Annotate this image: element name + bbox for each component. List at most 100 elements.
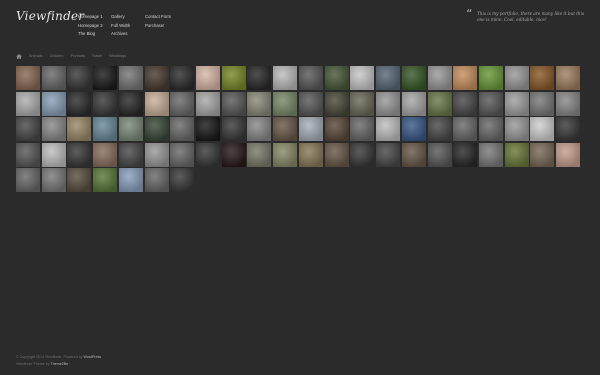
gallery-thumbnail[interactable] [376, 66, 401, 90]
gallery-thumbnail[interactable] [427, 117, 452, 141]
gallery-thumbnail[interactable] [401, 91, 426, 116]
gallery-thumbnail[interactable] [170, 168, 195, 192]
gallery-thumbnail[interactable] [453, 91, 478, 116]
gallery-thumbnail[interactable] [170, 91, 195, 116]
gallery-thumbnail[interactable] [196, 91, 221, 116]
gallery-thumbnail[interactable] [67, 117, 92, 141]
gallery-thumbnail[interactable] [350, 142, 375, 167]
gallery-thumbnail[interactable] [273, 91, 298, 116]
gallery-thumbnail[interactable] [350, 66, 375, 90]
gallery-thumbnail[interactable] [453, 142, 478, 167]
gallery-thumbnail[interactable] [118, 142, 143, 167]
gallery-thumbnail[interactable] [170, 142, 195, 167]
gallery-thumbnail[interactable] [478, 66, 503, 90]
gallery-thumbnail[interactable] [170, 117, 195, 141]
gallery-thumbnail[interactable] [93, 142, 118, 167]
gallery-thumbnail[interactable] [504, 66, 529, 90]
gallery-thumbnail[interactable] [41, 91, 66, 116]
nav-item-the-blog[interactable]: The Blog [78, 30, 103, 39]
gallery-thumbnail[interactable] [221, 91, 246, 116]
gallery-thumbnail[interactable] [196, 117, 221, 141]
gallery-thumbnail[interactable] [376, 117, 401, 141]
gallery-thumbnail[interactable] [144, 142, 169, 167]
gallery-thumbnail[interactable] [67, 66, 92, 90]
gallery-thumbnail[interactable] [478, 91, 503, 116]
gallery-thumbnail[interactable] [401, 117, 426, 141]
gallery-thumbnail[interactable] [556, 142, 581, 167]
nav-item-contact-form[interactable]: Contact Form [145, 13, 171, 22]
gallery-thumbnail[interactable] [298, 117, 323, 141]
gallery-thumbnail[interactable] [556, 66, 581, 90]
gallery-thumbnail[interactable] [170, 66, 195, 90]
gallery-thumbnail[interactable] [324, 66, 349, 90]
gallery-thumbnail[interactable] [144, 117, 169, 141]
gallery-thumbnail[interactable] [67, 168, 92, 192]
gallery-thumbnail[interactable] [324, 117, 349, 141]
gallery-thumbnail[interactable] [478, 142, 503, 167]
gallery-thumbnail[interactable] [556, 117, 581, 141]
home-icon[interactable] [16, 53, 22, 59]
gallery-thumbnail[interactable] [41, 66, 66, 90]
filter-portraits[interactable]: Portraits [71, 54, 85, 58]
gallery-thumbnail[interactable] [118, 66, 143, 90]
gallery-thumbnail[interactable] [298, 66, 323, 90]
nav-item-homepage-2[interactable]: Homepage 2 [78, 22, 103, 31]
nav-item-gallery[interactable]: Gallery [111, 13, 130, 22]
gallery-thumbnail[interactable] [144, 91, 169, 116]
gallery-thumbnail[interactable] [530, 91, 555, 116]
gallery-thumbnail[interactable] [401, 142, 426, 167]
gallery-thumbnail[interactable] [376, 91, 401, 116]
gallery-thumbnail[interactable] [453, 66, 478, 90]
gallery-thumbnail[interactable] [196, 66, 221, 90]
gallery-thumbnail[interactable] [247, 142, 272, 167]
gallery-thumbnail[interactable] [41, 117, 66, 141]
filter-animals[interactable]: Animals [29, 54, 43, 58]
gallery-thumbnail[interactable] [144, 66, 169, 90]
gallery-thumbnail[interactable] [118, 117, 143, 141]
nav-item-purchase[interactable]: Purchase! [145, 22, 171, 31]
gallery-thumbnail[interactable] [93, 168, 118, 192]
gallery-thumbnail[interactable] [401, 66, 426, 90]
nav-item-full-width[interactable]: Full Width [111, 22, 130, 31]
gallery-thumbnail[interactable] [427, 91, 452, 116]
gallery-thumbnail[interactable] [478, 117, 503, 141]
filter-children[interactable]: Children [50, 54, 64, 58]
filter-weddings[interactable]: Weddings [109, 54, 126, 58]
gallery-thumbnail[interactable] [67, 142, 92, 167]
gallery-thumbnail[interactable] [376, 142, 401, 167]
gallery-thumbnail[interactable] [118, 168, 143, 192]
gallery-thumbnail[interactable] [247, 66, 272, 90]
gallery-thumbnail[interactable] [298, 142, 323, 167]
gallery-thumbnail[interactable] [324, 91, 349, 116]
gallery-thumbnail[interactable] [93, 117, 118, 141]
footer-theme2be-link[interactable]: Theme2Be [51, 362, 69, 366]
gallery-thumbnail[interactable] [16, 142, 40, 167]
gallery-thumbnail[interactable] [273, 66, 298, 90]
gallery-thumbnail[interactable] [247, 117, 272, 141]
gallery-thumbnail[interactable] [427, 66, 452, 90]
nav-item-homepage-1[interactable]: Homepage 1 [78, 13, 103, 22]
gallery-thumbnail[interactable] [118, 91, 143, 116]
gallery-thumbnail[interactable] [273, 142, 298, 167]
gallery-thumbnail[interactable] [41, 142, 66, 167]
gallery-thumbnail[interactable] [93, 66, 118, 90]
filter-travel[interactable]: Travel [92, 54, 102, 58]
gallery-thumbnail[interactable] [530, 142, 555, 167]
gallery-thumbnail[interactable] [427, 142, 452, 167]
gallery-thumbnail[interactable] [221, 117, 246, 141]
gallery-thumbnail[interactable] [350, 91, 375, 116]
gallery-thumbnail[interactable] [556, 91, 581, 116]
gallery-thumbnail[interactable] [324, 142, 349, 167]
site-logo[interactable]: Viewfinder [16, 9, 84, 23]
nav-item-archives[interactable]: Archives [111, 30, 130, 39]
gallery-thumbnail[interactable] [273, 117, 298, 141]
gallery-thumbnail[interactable] [298, 91, 323, 116]
gallery-thumbnail[interactable] [41, 168, 66, 192]
footer-wordpress-link[interactable]: WordPress [84, 355, 102, 359]
gallery-thumbnail[interactable] [16, 117, 40, 141]
gallery-thumbnail[interactable] [504, 91, 529, 116]
gallery-thumbnail[interactable] [16, 168, 40, 192]
gallery-thumbnail[interactable] [67, 91, 92, 116]
gallery-thumbnail[interactable] [93, 91, 118, 116]
gallery-thumbnail[interactable] [504, 117, 529, 141]
